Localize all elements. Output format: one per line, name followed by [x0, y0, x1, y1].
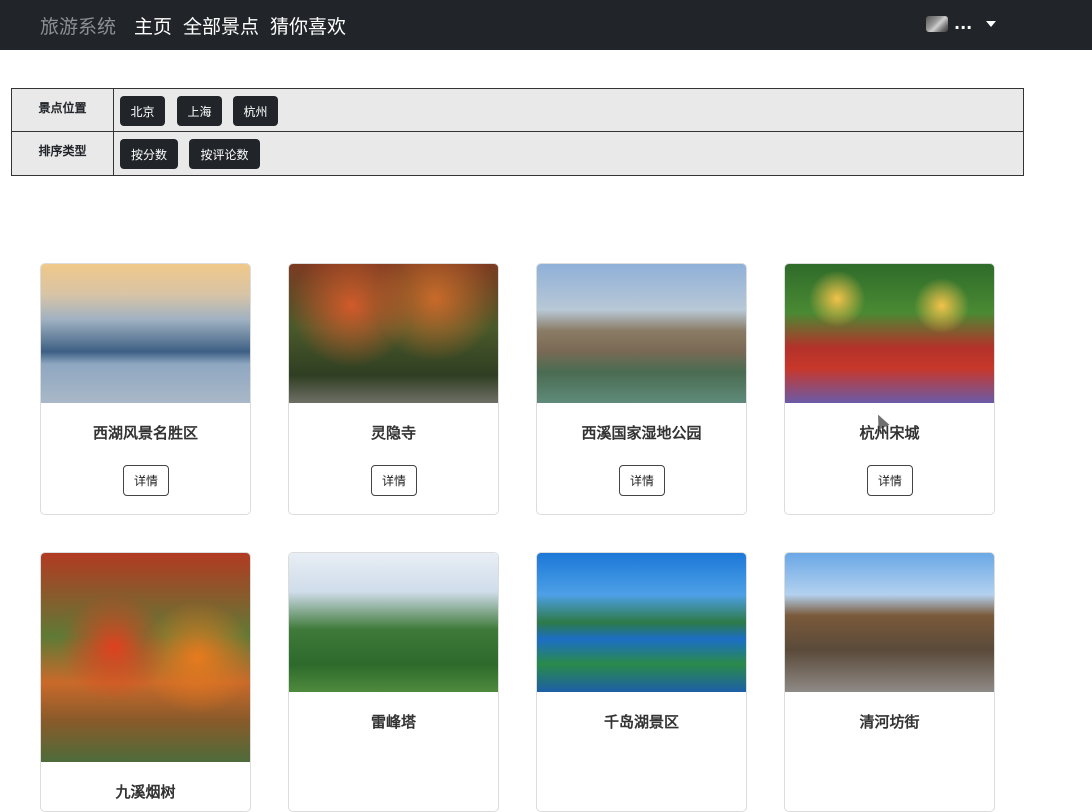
location-shanghai-button[interactable]: 上海	[177, 96, 222, 126]
brand-title[interactable]: 旅游系统	[40, 12, 116, 39]
spot-title: 灵隐寺	[370, 424, 416, 442]
spot-card[interactable]: 杭州宋城 详情	[784, 263, 995, 515]
spot-card[interactable]: 西湖风景名胜区 详情	[40, 263, 251, 515]
nav-all-spots[interactable]: 全部景点	[183, 12, 259, 39]
location-beijing-button[interactable]: 北京	[120, 96, 165, 126]
spot-image[interactable]	[41, 553, 250, 762]
spot-image[interactable]	[41, 264, 250, 403]
location-filter-label: 景点位置	[12, 89, 114, 131]
user-name: ...	[954, 14, 973, 33]
spot-card[interactable]: 西溪国家湿地公园 详情	[536, 263, 747, 515]
spot-title: 清河坊街	[859, 713, 920, 731]
navbar: 旅游系统 主页 全部景点 猜你喜欢 ...	[0, 0, 1092, 50]
spot-image[interactable]	[785, 264, 994, 403]
spot-title: 千岛湖景区	[603, 713, 679, 731]
spot-image[interactable]	[537, 264, 746, 403]
spot-image[interactable]	[537, 553, 746, 692]
details-button[interactable]: 详情	[867, 465, 913, 496]
spot-card[interactable]: 千岛湖景区	[536, 552, 747, 812]
spot-title: 杭州宋城	[859, 424, 920, 442]
filter-panel: 景点位置 北京 上海 杭州 排序类型 按分数 按评论数	[11, 88, 1024, 176]
sort-by-comments-button[interactable]: 按评论数	[189, 139, 260, 169]
details-button[interactable]: 详情	[619, 465, 665, 496]
details-button[interactable]: 详情	[371, 465, 417, 496]
spot-image[interactable]	[289, 264, 498, 403]
sort-filter-label: 排序类型	[12, 132, 114, 175]
spot-title: 九溪烟树	[115, 783, 176, 801]
spot-card[interactable]: 清河坊街	[784, 552, 995, 812]
nav-home[interactable]: 主页	[134, 12, 172, 39]
avatar	[926, 15, 948, 32]
sort-filter-row: 排序类型 按分数 按评论数	[12, 132, 1023, 175]
spot-title: 西湖风景名胜区	[92, 424, 198, 442]
nav-recommend[interactable]: 猜你喜欢	[270, 12, 346, 39]
details-button[interactable]: 详情	[123, 465, 169, 496]
location-hangzhou-button[interactable]: 杭州	[233, 96, 278, 126]
spot-image[interactable]	[785, 553, 994, 692]
spot-image[interactable]	[289, 553, 498, 692]
spot-card[interactable]: 灵隐寺 详情	[288, 263, 499, 515]
spot-card[interactable]: 雷峰塔	[288, 552, 499, 812]
user-menu[interactable]: ...	[926, 14, 997, 33]
sort-by-score-button[interactable]: 按分数	[120, 139, 178, 169]
location-filter-row: 景点位置 北京 上海 杭州	[12, 89, 1023, 132]
spot-card[interactable]: 九溪烟树	[40, 552, 251, 812]
spot-title: 西溪国家湿地公园	[581, 424, 702, 442]
spot-title: 雷峰塔	[370, 713, 416, 731]
chevron-down-icon	[986, 20, 997, 27]
